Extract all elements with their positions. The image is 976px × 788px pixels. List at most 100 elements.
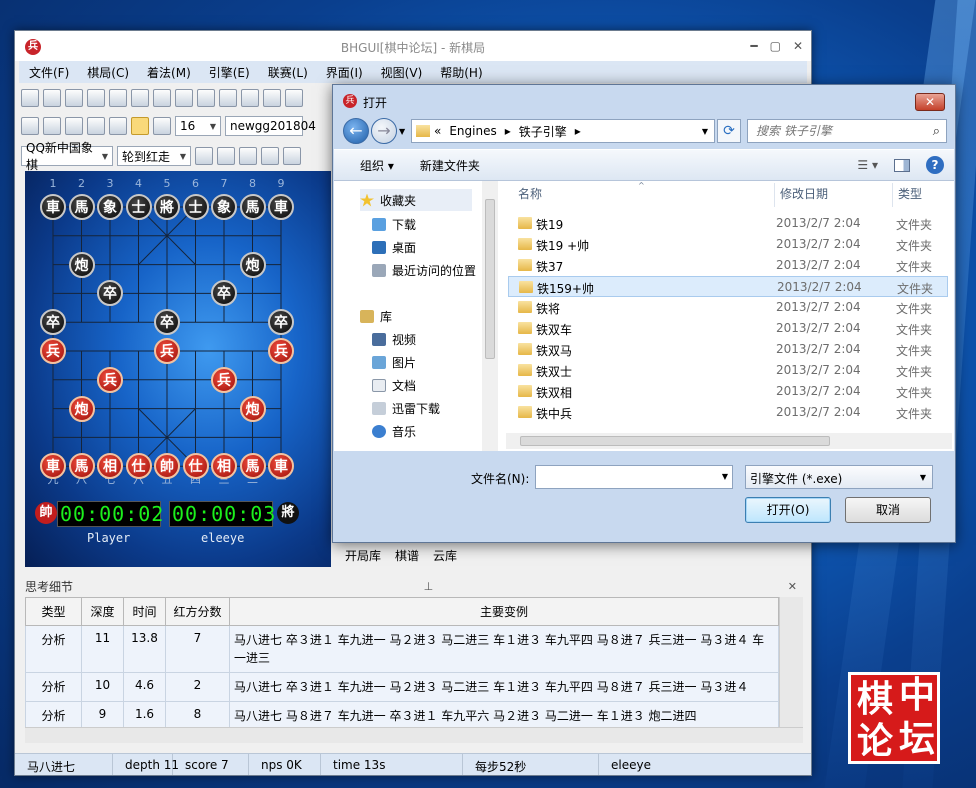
col-type[interactable]: 类型 xyxy=(25,597,82,626)
board-edit-icon[interactable] xyxy=(87,89,105,107)
file-list-item[interactable]: 铁将 2013/2/7 2:04 文件夹 xyxy=(508,297,948,318)
black-piece[interactable]: 車 xyxy=(40,194,66,220)
dialog-close-button[interactable]: ✕ xyxy=(915,93,945,111)
red-piece[interactable]: 兵 xyxy=(40,338,66,364)
address-overflow[interactable]: « xyxy=(430,124,445,138)
file-list-item[interactable]: 铁双相 2013/2/7 2:04 文件夹 xyxy=(508,381,948,402)
monitor-icon[interactable] xyxy=(65,117,83,135)
table-vertical-scrollbar[interactable] xyxy=(779,597,803,727)
first-move-icon[interactable] xyxy=(219,89,237,107)
nav-downloads[interactable]: 下载 xyxy=(372,213,416,235)
file-list-item[interactable]: 铁159+帅 2013/2/7 2:04 文件夹 xyxy=(508,276,948,297)
view-options-icon[interactable]: ☰ ▾ xyxy=(857,158,878,172)
address-part-engines[interactable]: Engines xyxy=(445,124,500,138)
image-icon[interactable] xyxy=(109,89,127,107)
save-icon[interactable] xyxy=(65,89,83,107)
nav-favorites[interactable]: 收藏夹 xyxy=(360,189,472,211)
nav-xunlei-downloads[interactable]: 迅雷下载 xyxy=(372,397,440,419)
nav-recent-places[interactable]: 最近访问的位置 xyxy=(372,259,476,281)
nav-libraries[interactable]: 库 xyxy=(360,305,392,327)
red-piece[interactable]: 兵 xyxy=(211,366,237,393)
file-list-item[interactable]: 铁中兵 2013/2/7 2:04 文件夹 xyxy=(508,402,948,423)
nav-pane-scrollbar[interactable] xyxy=(482,181,498,451)
red-piece[interactable]: 馬 xyxy=(239,453,266,480)
last-move-icon[interactable] xyxy=(285,89,303,107)
red-piece[interactable]: 仕 xyxy=(182,453,209,480)
flip-board-icon[interactable] xyxy=(195,147,213,165)
engine-settings-icon[interactable] xyxy=(43,117,61,135)
scrollbar-thumb[interactable] xyxy=(520,436,830,446)
black-piece[interactable]: 象 xyxy=(97,194,123,220)
red-piece[interactable]: 炮 xyxy=(68,395,95,422)
hint-icon[interactable] xyxy=(109,117,127,135)
black-piece[interactable]: 馬 xyxy=(68,194,95,220)
address-bar[interactable]: « Engines ▸ 铁子引擎 ▸ ▼ xyxy=(411,119,715,143)
file-list-item[interactable]: 铁双马 2013/2/7 2:04 文件夹 xyxy=(508,339,948,360)
file-list-item[interactable]: 铁19 +帅 2013/2/7 2:04 文件夹 xyxy=(508,234,948,255)
col-pv[interactable]: 主要变例 xyxy=(229,597,779,626)
red-piece[interactable]: 相 xyxy=(97,453,123,480)
menu-interface[interactable]: 界面(I) xyxy=(316,61,371,83)
col-score[interactable]: 红方分数 xyxy=(165,597,230,626)
tools-icon[interactable] xyxy=(239,147,257,165)
prev-move-icon[interactable] xyxy=(241,89,259,107)
capture-icon[interactable] xyxy=(175,89,193,107)
open-file-icon[interactable] xyxy=(43,89,61,107)
close-icon[interactable]: ✕ xyxy=(793,39,803,53)
settings-icon[interactable] xyxy=(131,89,149,107)
menu-move[interactable]: 着法(M) xyxy=(137,61,199,83)
file-list-item[interactable]: 铁19 2013/2/7 2:04 文件夹 xyxy=(508,213,948,234)
column-header-name[interactable]: 名称 xyxy=(518,185,542,207)
search-icon[interactable]: ⌕ xyxy=(933,124,940,139)
filename-combo[interactable]: ▼ xyxy=(535,465,733,489)
black-piece[interactable]: 將 xyxy=(154,194,180,220)
shield-icon[interactable] xyxy=(283,147,301,165)
next-move-icon[interactable] xyxy=(263,89,281,107)
menu-help[interactable]: 帮助(H) xyxy=(430,61,490,83)
forward-arrow-icon[interactable]: → xyxy=(371,118,397,144)
screen-icon[interactable] xyxy=(87,117,105,135)
black-piece[interactable]: 炮 xyxy=(68,251,95,278)
minimize-icon[interactable]: ━ xyxy=(750,39,757,53)
organize-button[interactable]: 组织 ▾ xyxy=(334,157,394,174)
column-divider[interactable] xyxy=(774,183,775,207)
tab-opening-book[interactable]: 开局库 xyxy=(345,547,381,564)
nav-music[interactable]: 音乐 xyxy=(372,420,416,442)
table-row[interactable]: 分析 10 4.6 2 马八进七 卒３进１ 车九进一 马２进３ 马二进三 车１进… xyxy=(25,672,779,702)
table-horizontal-scrollbar[interactable] xyxy=(25,727,803,743)
black-piece[interactable]: 炮 xyxy=(239,251,266,278)
mirror-icon[interactable] xyxy=(217,147,235,165)
scrollbar-thumb[interactable] xyxy=(485,199,495,359)
new-game-icon[interactable] xyxy=(21,89,39,107)
black-piece[interactable]: 士 xyxy=(125,194,152,220)
close-icon[interactable]: ✕ xyxy=(788,580,801,593)
column-header-type[interactable]: 类型 xyxy=(898,185,922,207)
tab-cloud-book[interactable]: 云库 xyxy=(433,547,457,564)
menu-league[interactable]: 联赛(L) xyxy=(258,61,316,83)
red-piece[interactable]: 車 xyxy=(40,453,66,480)
red-piece[interactable]: 車 xyxy=(268,453,294,480)
stop-icon[interactable] xyxy=(153,117,171,135)
address-part-current[interactable]: 铁子引擎 xyxy=(515,123,571,140)
nav-pictures[interactable]: 图片 xyxy=(372,351,416,373)
black-piece[interactable]: 士 xyxy=(182,194,209,220)
col-depth[interactable]: 深度 xyxy=(81,597,124,626)
title-bar[interactable]: 兵 BHGUI[棋中论坛] - 新棋局 ━ ▢ ✕ xyxy=(15,31,811,61)
person-icon[interactable] xyxy=(261,147,279,165)
nav-videos[interactable]: 视频 xyxy=(372,328,416,350)
menu-engine[interactable]: 引擎(E) xyxy=(199,61,258,83)
help-icon[interactable]: ? xyxy=(926,156,944,174)
column-divider[interactable] xyxy=(892,183,893,207)
xiangqi-board[interactable]: 123456789 九八七六五四三二一 車馬象士將士象馬車炮炮卒卒卒卒卒兵兵兵兵… xyxy=(25,171,331,567)
red-piece[interactable]: 兵 xyxy=(154,338,180,364)
file-list-item[interactable]: 铁37 2013/2/7 2:04 文件夹 xyxy=(508,255,948,276)
menu-view[interactable]: 视图(V) xyxy=(371,61,431,83)
refresh-button[interactable]: ⟳ xyxy=(717,119,741,143)
refresh-icon[interactable] xyxy=(197,89,215,107)
search-input[interactable] xyxy=(754,121,924,141)
black-piece[interactable]: 卒 xyxy=(268,309,294,336)
black-piece[interactable]: 象 xyxy=(211,194,237,220)
red-piece[interactable]: 兵 xyxy=(268,338,294,364)
address-separator[interactable]: ▸ xyxy=(501,124,515,138)
address-separator[interactable]: ▸ xyxy=(571,124,585,138)
